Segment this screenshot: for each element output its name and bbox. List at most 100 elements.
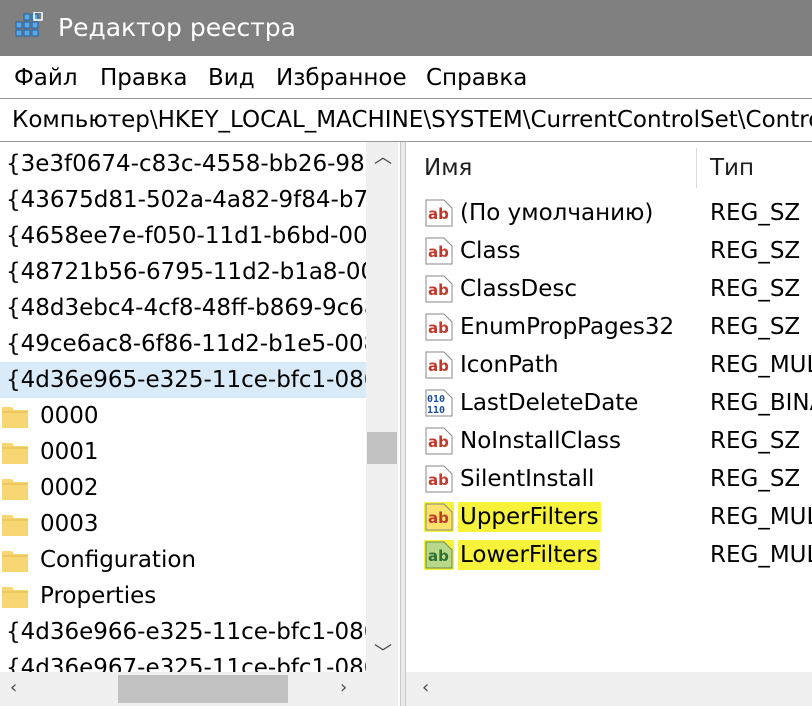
tree-item-subkey[interactable]: Configuration — [0, 542, 366, 578]
tree-item-label: 0002 — [40, 475, 99, 501]
tree-horizontal-scrollbar[interactable]: ‹ › — [0, 672, 366, 706]
value-row[interactable]: ab SilentInstall REG_SZ — [406, 460, 812, 498]
scroll-left-arrow-icon[interactable]: ‹ — [10, 678, 17, 698]
registry-editor-icon — [15, 12, 43, 37]
values-pane: Имя Тип ab (По умолчанию) REG_SZ ab Clas… — [406, 142, 812, 706]
value-name: Class — [460, 238, 521, 264]
svg-text:ab: ab — [428, 357, 449, 375]
value-row[interactable]: 010110 LastDeleteDate REG_BINA — [406, 384, 812, 422]
value-row[interactable]: ab EnumPropPages32 REG_SZ — [406, 308, 812, 346]
svg-text:ab: ab — [428, 471, 449, 489]
menu-edit[interactable]: Правка — [100, 64, 188, 92]
svg-text:ab: ab — [428, 319, 449, 337]
folder-icon — [2, 443, 28, 464]
value-name: SilentInstall — [460, 466, 595, 492]
svg-text:ab: ab — [428, 509, 449, 527]
tree-item-label: {43675d81-502a-4a82-9f84-b75f41 — [6, 187, 366, 213]
scrollbar-thumb[interactable] — [118, 675, 288, 703]
key-tree-pane: {3e3f0674-c83c-4558-bb26-9820e1 {43675d8… — [0, 142, 400, 706]
tree-item-key[interactable]: {48d3ebc4-4cf8-48ff-b869-9c68ad — [0, 290, 366, 326]
binary-value-icon: 010110 — [425, 389, 453, 417]
value-name: LastDeleteDate — [460, 390, 639, 416]
value-row[interactable]: ab (По умолчанию) REG_SZ — [406, 194, 812, 232]
menu-favorites[interactable]: Избранное — [276, 64, 407, 92]
string-value-icon-green: ab — [424, 540, 454, 570]
tree-item-label: {3e3f0674-c83c-4558-bb26-9820e1 — [6, 151, 366, 177]
tree-item-label: {48721b56-6795-11d2-b1a8-0080c7 — [6, 259, 366, 285]
value-name: IconPath — [460, 352, 559, 378]
column-header-name[interactable]: Имя — [424, 142, 472, 194]
tree-item-key[interactable]: {43675d81-502a-4a82-9f84-b75f41 — [0, 182, 366, 218]
address-bar[interactable]: Компьютер\HKEY_LOCAL_MACHINE\SYSTEM\Curr… — [0, 98, 812, 142]
scroll-left-arrow-icon[interactable]: ‹ — [422, 678, 429, 698]
tree-vertical-scrollbar[interactable]: ︿ ﹀ — [366, 142, 398, 672]
value-name: ClassDesc — [460, 276, 577, 302]
tree-item-subkey[interactable]: 0001 — [0, 434, 366, 470]
value-type: REG_MULT — [710, 542, 812, 568]
value-row[interactable]: ab ClassDesc REG_SZ — [406, 270, 812, 308]
tree-item-label: {4d36e966-e325-11ce-bfc1-08002b — [6, 619, 366, 645]
string-value-icon: ab — [425, 199, 453, 227]
title-bar: Редактор реестра — [0, 0, 812, 56]
value-type: REG_SZ — [710, 314, 801, 340]
value-name: NoInstallClass — [460, 428, 622, 454]
window-title: Редактор реестра — [58, 13, 296, 42]
values-horizontal-scrollbar[interactable]: ‹ — [406, 672, 812, 706]
tree-item-key[interactable]: {3e3f0674-c83c-4558-bb26-9820e1 — [0, 146, 366, 182]
value-name: (По умолчанию) — [460, 200, 654, 226]
scrollbar-thumb[interactable] — [367, 432, 397, 464]
tree-item-label: 0003 — [40, 511, 99, 537]
menu-view[interactable]: Вид — [208, 64, 255, 92]
tree-item-subkey[interactable]: 0000 — [0, 398, 366, 434]
string-value-icon: ab — [425, 427, 453, 455]
menu-bar: Файл Правка Вид Избранное Справка — [0, 56, 812, 96]
string-value-icon: ab — [425, 313, 453, 341]
folder-icon — [2, 587, 28, 608]
tree-item-label: {4d36e965-e325-11ce-bfc1-08002b — [6, 367, 366, 393]
scroll-up-arrow-icon[interactable]: ︿ — [374, 148, 392, 168]
string-value-icon: ab — [425, 275, 453, 303]
tree-item-label: Configuration — [40, 547, 196, 573]
value-type: REG_SZ — [710, 428, 801, 454]
tree-item-label: Properties — [40, 583, 157, 609]
menu-file[interactable]: Файл — [14, 64, 78, 92]
column-divider[interactable] — [696, 148, 697, 188]
value-row-highlighted[interactable]: ab UpperFilters REG_MULT — [406, 498, 812, 536]
svg-text:110: 110 — [427, 405, 445, 416]
value-row[interactable]: ab NoInstallClass REG_SZ — [406, 422, 812, 460]
tree-item-selected-key[interactable]: {4d36e965-e325-11ce-bfc1-08002b — [0, 362, 366, 398]
value-name: EnumPropPages32 — [460, 314, 675, 340]
svg-text:ab: ab — [428, 243, 449, 261]
tree-item-label: {48d3ebc4-4cf8-48ff-b869-9c68ad — [6, 295, 366, 321]
tree-item-key[interactable]: {48721b56-6795-11d2-b1a8-0080c7 — [0, 254, 366, 290]
scroll-right-arrow-icon[interactable]: › — [340, 678, 347, 698]
address-path[interactable]: Компьютер\HKEY_LOCAL_MACHINE\SYSTEM\Curr… — [12, 105, 812, 135]
value-row[interactable]: ab IconPath REG_MULT — [406, 346, 812, 384]
value-type: REG_SZ — [710, 200, 801, 226]
svg-text:ab: ab — [428, 205, 449, 223]
string-value-icon: ab — [425, 351, 453, 379]
folder-icon — [2, 407, 28, 428]
value-row-highlighted[interactable]: ab LowerFilters REG_MULT — [406, 536, 812, 574]
svg-text:010: 010 — [427, 394, 445, 405]
svg-text:ab: ab — [428, 433, 449, 451]
value-row[interactable]: ab Class REG_SZ — [406, 232, 812, 270]
tree-item-key[interactable]: {4658ee7e-f050-11d1-b6bd-00c04f — [0, 218, 366, 254]
value-type: REG_MULT — [710, 352, 812, 378]
svg-text:ab: ab — [428, 281, 449, 299]
menu-help[interactable]: Справка — [426, 64, 527, 92]
tree-item-key[interactable]: {49ce6ac8-6f86-11d2-b1e5-0080c7 — [0, 326, 366, 362]
column-header-type[interactable]: Тип — [710, 142, 754, 194]
tree-item-subkey[interactable]: 0002 — [0, 470, 366, 506]
scroll-down-arrow-icon[interactable]: ﹀ — [374, 644, 392, 664]
tree-item-label: {49ce6ac8-6f86-11d2-b1e5-0080c7 — [6, 331, 366, 357]
tree-item-label: 0001 — [40, 439, 99, 465]
value-type: REG_SZ — [710, 466, 801, 492]
value-type: REG_SZ — [710, 238, 801, 264]
value-name: LowerFilters — [458, 540, 600, 570]
folder-icon — [2, 479, 28, 500]
tree-item-subkey[interactable]: Properties — [0, 578, 366, 614]
folder-icon — [2, 515, 28, 536]
tree-item-key[interactable]: {4d36e966-e325-11ce-bfc1-08002b — [0, 614, 366, 650]
tree-item-subkey[interactable]: 0003 — [0, 506, 366, 542]
